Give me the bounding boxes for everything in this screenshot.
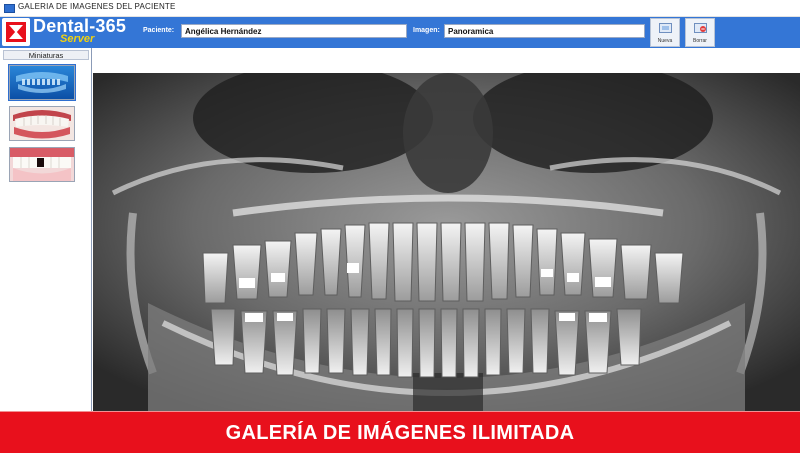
logo-mark-icon — [2, 18, 30, 46]
thumbnails-panel: Miniaturas — [0, 48, 92, 411]
image-field[interactable] — [444, 24, 645, 38]
patient-field[interactable] — [181, 24, 407, 38]
delete-image-icon — [694, 23, 707, 33]
promo-banner-text: GALERÍA DE IMÁGENES ILIMITADA — [225, 422, 575, 444]
new-image-label: Nueva — [657, 38, 673, 44]
patient-label: Paciente: — [143, 27, 175, 34]
new-image-button[interactable]: Nueva — [650, 18, 680, 47]
new-image-icon — [659, 23, 672, 33]
thumbnail-smile-photo[interactable] — [9, 106, 75, 141]
thumbnail-panoramic-xray[interactable] — [8, 64, 76, 101]
logo-edition: Server — [60, 33, 95, 45]
thumbnails-header: Miniaturas — [3, 50, 89, 60]
thumbnail-missing-tooth-photo[interactable] — [9, 147, 75, 182]
window-title: GALERIA DE IMAGENES DEL PACIENTE — [18, 2, 176, 11]
app-icon — [4, 4, 15, 13]
delete-image-label: Borrar — [693, 38, 707, 44]
panoramic-xray-image[interactable] — [93, 73, 800, 411]
toolbar: Dental-365 Server Paciente: Imagen: Nuev… — [0, 16, 800, 48]
dental-365-logo: Dental-365 Server — [2, 16, 129, 47]
promo-banner: GALERÍA DE IMÁGENES ILIMITADA — [0, 411, 800, 453]
image-viewer — [93, 48, 800, 411]
window-titlebar: GALERIA DE IMAGENES DEL PACIENTE — [0, 0, 800, 17]
image-label: Imagen: — [413, 27, 440, 34]
delete-image-button[interactable]: Borrar — [685, 18, 715, 47]
